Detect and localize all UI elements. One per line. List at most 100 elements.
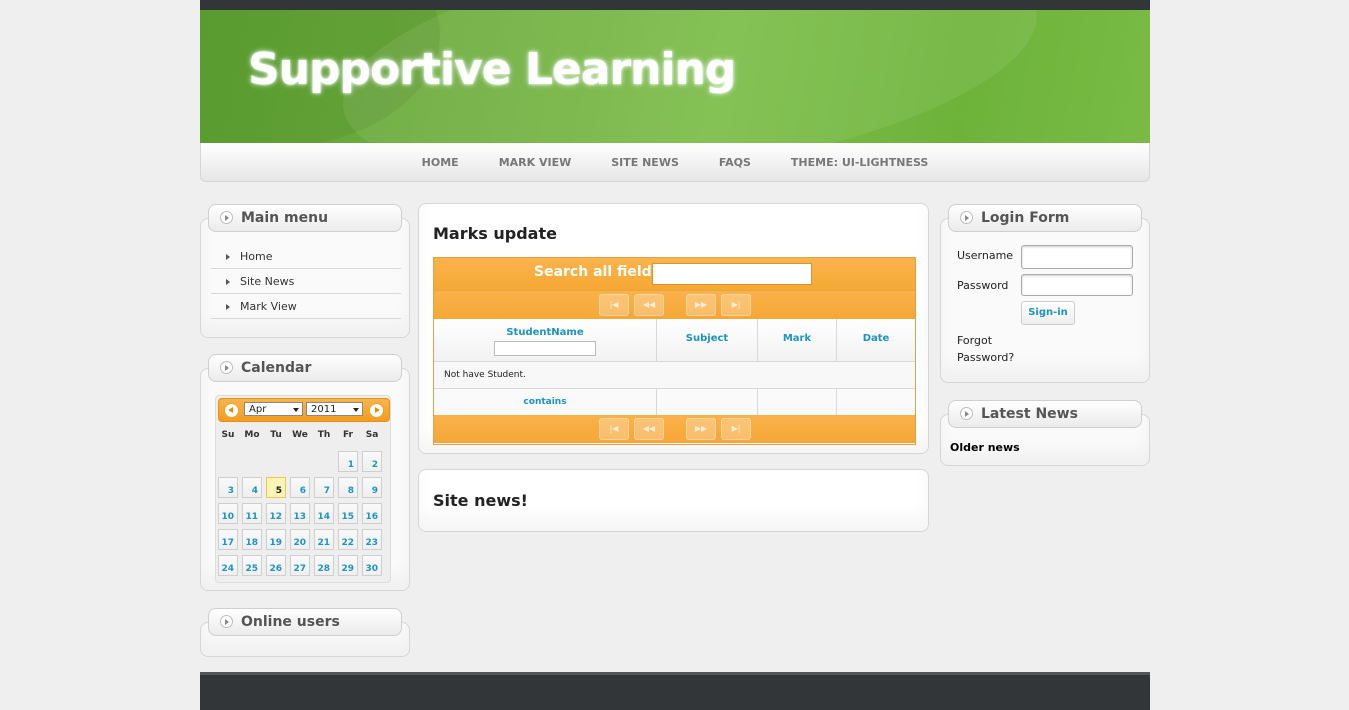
- calendar-day[interactable]: 7: [314, 477, 334, 498]
- prev-page-button[interactable]: ◀◀: [634, 294, 664, 316]
- calendar-day[interactable]: 4: [242, 477, 262, 498]
- top-pager: |◀ ◀◀ ▶▶ ▶|: [434, 291, 915, 319]
- studentname-filter-input[interactable]: [494, 341, 596, 356]
- empty-message: Not have Student.: [444, 370, 526, 380]
- calendar-day[interactable]: 14: [314, 503, 334, 524]
- weekday-label: We: [292, 430, 308, 440]
- menu-item-site-news[interactable]: Site News: [211, 270, 401, 294]
- calendar-day[interactable]: 18: [242, 529, 262, 550]
- calendar-day[interactable]: 21: [314, 529, 334, 550]
- column-header-mark[interactable]: Mark: [758, 319, 837, 361]
- prev-page-button[interactable]: ◀◀: [634, 418, 664, 440]
- column-header-label: StudentName: [506, 327, 584, 338]
- main-navigation: HOME MARK VIEW SITE NEWS FAQS THEME: UI-…: [200, 143, 1150, 182]
- login-panel: Username Password Sign-in Forgot Passwor…: [940, 218, 1150, 383]
- calendar-day[interactable]: 10: [218, 503, 238, 524]
- column-header-date[interactable]: Date: [837, 319, 915, 361]
- older-news-link[interactable]: Older news: [950, 441, 1020, 454]
- calendar-day[interactable]: 28: [314, 555, 334, 576]
- column-header-studentname[interactable]: StudentName: [434, 319, 657, 361]
- first-page-button[interactable]: |◀: [599, 294, 629, 316]
- calendar-day[interactable]: 19: [266, 529, 286, 550]
- site-banner: Supportive Learning: [200, 10, 1150, 143]
- nav-site-news[interactable]: SITE NEWS: [591, 143, 699, 183]
- username-label: Username: [957, 249, 1014, 262]
- marks-grid: Search all fields: |◀ ◀◀ ▶▶ ▶| StudentNa…: [433, 257, 916, 445]
- next-page-button[interactable]: ▶▶: [686, 418, 716, 440]
- search-label: Search all fields:: [534, 264, 666, 280]
- latest-news-header: Latest News: [948, 400, 1142, 428]
- last-page-button[interactable]: ▶|: [721, 294, 751, 316]
- menu-item-label: Home: [240, 250, 273, 263]
- forgot-line: Forgot: [957, 334, 993, 347]
- next-month-icon[interactable]: [369, 403, 384, 418]
- next-page-button[interactable]: ▶▶: [686, 294, 716, 316]
- nav-home[interactable]: HOME: [402, 143, 479, 183]
- filter-op-cell[interactable]: contains: [434, 388, 657, 415]
- calendar-day[interactable]: 6: [290, 477, 310, 498]
- filter-cell: [837, 388, 915, 415]
- site-news-title: Site news!: [433, 491, 528, 510]
- calendar-day[interactable]: 23: [362, 529, 382, 550]
- top-bar: [200, 0, 1150, 10]
- calendar-day[interactable]: 12: [266, 503, 286, 524]
- panel-arrow-icon: [960, 211, 973, 224]
- forgot-password-link[interactable]: Forgot Password?: [957, 334, 1014, 364]
- calendar-day[interactable]: 8: [338, 477, 358, 498]
- calendar-day[interactable]: 26: [266, 555, 286, 576]
- calendar-day[interactable]: 13: [290, 503, 310, 524]
- column-header-subject[interactable]: Subject: [657, 319, 758, 361]
- year-value: 2011: [311, 404, 337, 415]
- marks-panel: Marks update Search all fields: |◀ ◀◀ ▶▶…: [418, 203, 929, 454]
- calendar-day[interactable]: 3: [218, 477, 238, 498]
- calendar-day-today[interactable]: 5: [266, 477, 286, 498]
- calendar-day[interactable]: 30: [362, 555, 382, 576]
- nav-faqs[interactable]: FAQS: [699, 143, 771, 183]
- bottom-pager: |◀ ◀◀ ▶▶ ▶|: [434, 415, 915, 443]
- weekday-label: Mo: [244, 430, 260, 440]
- calendar-day[interactable]: 25: [242, 555, 262, 576]
- nav-theme[interactable]: THEME: UI-LIGHTNESS: [771, 143, 948, 183]
- weekday-label: Su: [221, 430, 235, 440]
- year-select[interactable]: 2011: [306, 402, 363, 416]
- calendar-day[interactable]: 1: [338, 451, 358, 472]
- calendar-day[interactable]: 29: [338, 555, 358, 576]
- calendar-panel: Apr 2011 Su Mo Tu We Th Fr Sa 1 2 3 4 5 6 7 8 9 10 11 12 13…: [200, 368, 410, 591]
- calendar-day[interactable]: 17: [218, 529, 238, 550]
- last-page-button[interactable]: ▶|: [721, 418, 751, 440]
- password-input[interactable]: [1021, 274, 1133, 296]
- panel-title: Latest News: [981, 406, 1078, 422]
- first-page-button[interactable]: |◀: [599, 418, 629, 440]
- panel-arrow-icon: [220, 361, 233, 374]
- calendar-day[interactable]: 15: [338, 503, 358, 524]
- prev-month-icon[interactable]: [224, 403, 239, 418]
- panel-arrow-icon: [220, 615, 233, 628]
- nav-mark-view[interactable]: MARK VIEW: [479, 143, 592, 183]
- main-menu-header: Main menu: [208, 204, 402, 232]
- calendar-day[interactable]: 22: [338, 529, 358, 550]
- search-all-input[interactable]: [652, 263, 812, 285]
- footer: [200, 672, 1150, 710]
- datepicker-header: Apr 2011: [218, 398, 390, 422]
- main-menu-panel: Home Site News Mark View: [200, 218, 410, 338]
- menu-item-label: Site News: [240, 275, 295, 288]
- calendar-day[interactable]: 11: [242, 503, 262, 524]
- sign-in-button[interactable]: Sign-in: [1021, 301, 1075, 325]
- month-value: Apr: [249, 404, 267, 415]
- panel-title: Calendar: [241, 360, 312, 376]
- panel-arrow-icon: [220, 211, 233, 224]
- calendar-day[interactable]: 16: [362, 503, 382, 524]
- calendar-day[interactable]: 24: [218, 555, 238, 576]
- weekday-label: Fr: [342, 430, 353, 440]
- calendar-day[interactable]: 20: [290, 529, 310, 550]
- calendar-day[interactable]: 2: [362, 451, 382, 472]
- menu-item-home[interactable]: Home: [211, 245, 401, 269]
- calendar-day[interactable]: 9: [362, 477, 382, 498]
- column-header-label: Mark: [782, 333, 812, 344]
- calendar-day[interactable]: 27: [290, 555, 310, 576]
- username-input[interactable]: [1021, 245, 1133, 269]
- login-header: Login Form: [948, 204, 1142, 232]
- menu-item-mark-view[interactable]: Mark View: [211, 295, 401, 319]
- filter-cell: [657, 388, 758, 415]
- month-select[interactable]: Apr: [244, 402, 303, 416]
